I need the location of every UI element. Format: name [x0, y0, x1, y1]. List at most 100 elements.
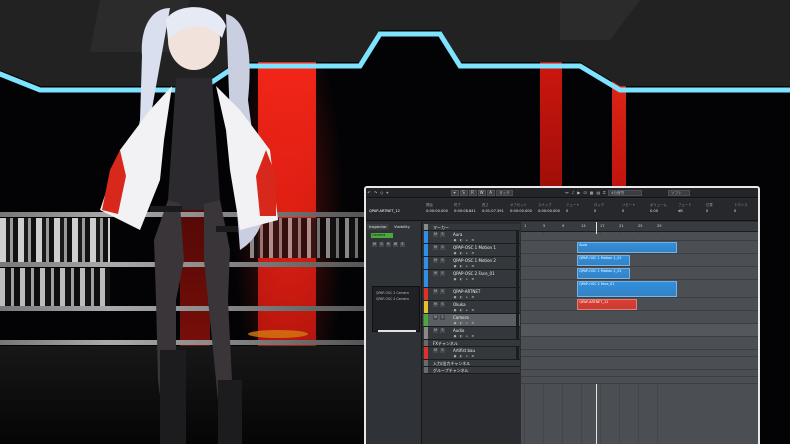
edit-icon[interactable]: ⊞ — [471, 238, 475, 242]
info-field-value[interactable]: 0:00:00.000 — [538, 209, 560, 213]
track-name[interactable]: QPAP-OSC 2 Face_01 — [453, 271, 495, 276]
info-field-value[interactable]: 0:00:08.841 — [454, 209, 476, 213]
record-icon[interactable]: ● — [453, 238, 457, 242]
snap-icon[interactable]: ⌗ — [602, 189, 607, 197]
monitor-icon[interactable]: ◐ — [459, 251, 463, 255]
info-field-value[interactable]: dB — [678, 209, 683, 213]
edit-icon[interactable]: ⊞ — [471, 264, 475, 268]
track-row[interactable]: M S QPAP-OSC 2 Face_01 ● ◐ ▸ ⊞ — [423, 270, 520, 288]
track-solo-button[interactable]: S — [440, 232, 445, 237]
track-mute-button[interactable]: M — [433, 258, 438, 263]
track-name[interactable]: グループチャンネル — [433, 368, 469, 374]
inspector-tab[interactable]: Inspector — [367, 224, 389, 230]
record-icon[interactable]: ● — [453, 264, 457, 268]
track-mute-button[interactable]: M — [433, 289, 438, 294]
inspector-list-item[interactable]: QPAP-OSC 4 Camera — [376, 297, 409, 301]
track-row[interactable]: M S Audio ● ◐ ▸ ⊞ — [423, 327, 520, 340]
read-icon[interactable]: ▸ — [465, 334, 469, 338]
event-clip[interactable]: QPAP-ARTNET_12 — [577, 299, 638, 310]
monitor-icon[interactable]: ◐ — [459, 334, 463, 338]
track-solo-button[interactable]: S — [440, 348, 445, 353]
inspector-mute-button[interactable]: M — [372, 242, 377, 247]
record-icon[interactable]: ● — [453, 277, 457, 281]
track-name[interactable]: Audio — [453, 328, 464, 333]
info-field-value[interactable]: 0.00 — [650, 209, 658, 213]
visibility-tab[interactable]: Visibility — [392, 224, 412, 230]
track-solo-button[interactable]: S — [440, 328, 445, 333]
edit-icon[interactable]: ⊞ — [471, 321, 475, 325]
info-field-value[interactable]: 0 — [734, 209, 736, 213]
record-icon[interactable]: ● — [453, 308, 457, 312]
edit-icon[interactable]: ⊞ — [471, 295, 475, 299]
event-clip[interactable]: Aura — [577, 242, 677, 253]
info-field-value[interactable]: 0 — [566, 209, 568, 213]
track-solo-button[interactable]: S — [440, 315, 445, 320]
track-solo-button[interactable]: S — [440, 245, 445, 250]
track-name[interactable]: Okuka — [453, 302, 466, 307]
track-mute-button[interactable]: M — [433, 348, 438, 353]
monitor-icon[interactable]: ◐ — [459, 295, 463, 299]
read-icon[interactable]: ▸ — [465, 321, 469, 325]
track-row[interactable]: M S Okuka ● ◐ ▸ ⊞ — [423, 301, 520, 314]
track-solo-button[interactable]: S — [440, 258, 445, 263]
track-row[interactable]: グループチャンネル — [423, 367, 520, 374]
read-icon[interactable]: ▸ — [465, 251, 469, 255]
track-name[interactable]: QPAP-OSC 1 Motion 1 — [453, 245, 496, 250]
arrange-lane[interactable] — [521, 350, 758, 357]
track-solo-button[interactable]: S — [440, 271, 445, 276]
edit-icon[interactable]: ⊞ — [471, 277, 475, 281]
mode-button-r[interactable]: R — [468, 189, 477, 196]
track-solo-button[interactable]: S — [440, 302, 445, 307]
arrange-lane[interactable] — [521, 267, 758, 280]
mode-button-select[interactable]: ⌖ — [450, 189, 459, 196]
edit-icon[interactable]: ⊞ — [471, 308, 475, 312]
track-row[interactable]: FXチャンネル — [423, 340, 520, 347]
list-icon[interactable]: ▤ — [595, 189, 602, 197]
arrange-lane[interactable] — [521, 377, 758, 384]
track-row[interactable]: M S QPAP-OSC 1 Motion 2 ● ◐ ▸ ⊞ — [423, 257, 520, 270]
inspector-track-header[interactable]: Camera — [371, 233, 393, 238]
arrange-lane[interactable] — [521, 357, 758, 370]
record-icon[interactable]: ● — [453, 295, 457, 299]
read-icon[interactable]: ▸ — [465, 277, 469, 281]
arrange-lane[interactable] — [521, 298, 758, 311]
inspector-solo-button[interactable]: S — [379, 242, 384, 247]
arrange-lane[interactable] — [521, 337, 758, 350]
read-icon[interactable]: ▸ — [465, 264, 469, 268]
quantize-select[interactable]: 4分音符 — [608, 189, 643, 196]
arrange-lane[interactable] — [521, 370, 758, 377]
arrange-lane[interactable] — [521, 311, 758, 324]
read-icon[interactable]: ▸ — [465, 354, 469, 358]
track-row[interactable]: M S QPAP-OSC 1 Motion 1 ● ◐ ▸ ⊞ — [423, 244, 520, 257]
read-icon[interactable]: ▸ — [465, 295, 469, 299]
track-name[interactable]: Camera — [453, 315, 469, 320]
arrange-lane[interactable] — [521, 324, 758, 337]
snap-type-select[interactable]: ソフト — [668, 189, 691, 196]
track-name[interactable]: Aura — [453, 232, 462, 237]
info-field-value[interactable]: 0 — [594, 209, 596, 213]
info-field-value[interactable]: 0 — [706, 209, 708, 213]
record-icon[interactable]: ● — [453, 354, 457, 358]
monitor-icon[interactable]: ◐ — [459, 264, 463, 268]
monitor-icon[interactable]: ◐ — [459, 238, 463, 242]
track-row[interactable]: M S Artifist bau ● ◐ ▸ ⊞ — [423, 347, 520, 360]
monitor-icon[interactable]: ◐ — [459, 321, 463, 325]
record-icon[interactable]: ● — [453, 321, 457, 325]
inspector-write-button[interactable]: W — [393, 242, 398, 247]
track-mute-button[interactable]: M — [433, 328, 438, 333]
touch-mode-select[interactable]: タッチ — [496, 189, 513, 196]
info-field-value[interactable]: 0:00:00.000 — [426, 209, 448, 213]
edit-icon[interactable]: ⊞ — [471, 334, 475, 338]
record-icon[interactable]: ● — [453, 251, 457, 255]
grid-icon[interactable]: ▦ — [588, 189, 595, 197]
mode-button-s[interactable]: S — [459, 189, 468, 196]
timeline-ruler[interactable]: 1 5 9 13 17 21 25 29 — [521, 222, 758, 232]
event-clip[interactable]: QPAP-OSC 2 Face_01 — [577, 281, 677, 297]
event-clip[interactable]: QPAP-OSC 1 Motion 1_01 — [577, 255, 631, 266]
mode-button-w[interactable]: W — [477, 189, 486, 196]
track-mute-button[interactable]: M — [433, 302, 438, 307]
track-name[interactable]: Artifist bau — [453, 348, 475, 353]
track-row[interactable]: M S Aura ● ◐ ▸ ⊞ — [423, 231, 520, 244]
track-solo-button[interactable]: S — [440, 289, 445, 294]
read-icon[interactable]: ▸ — [465, 308, 469, 312]
